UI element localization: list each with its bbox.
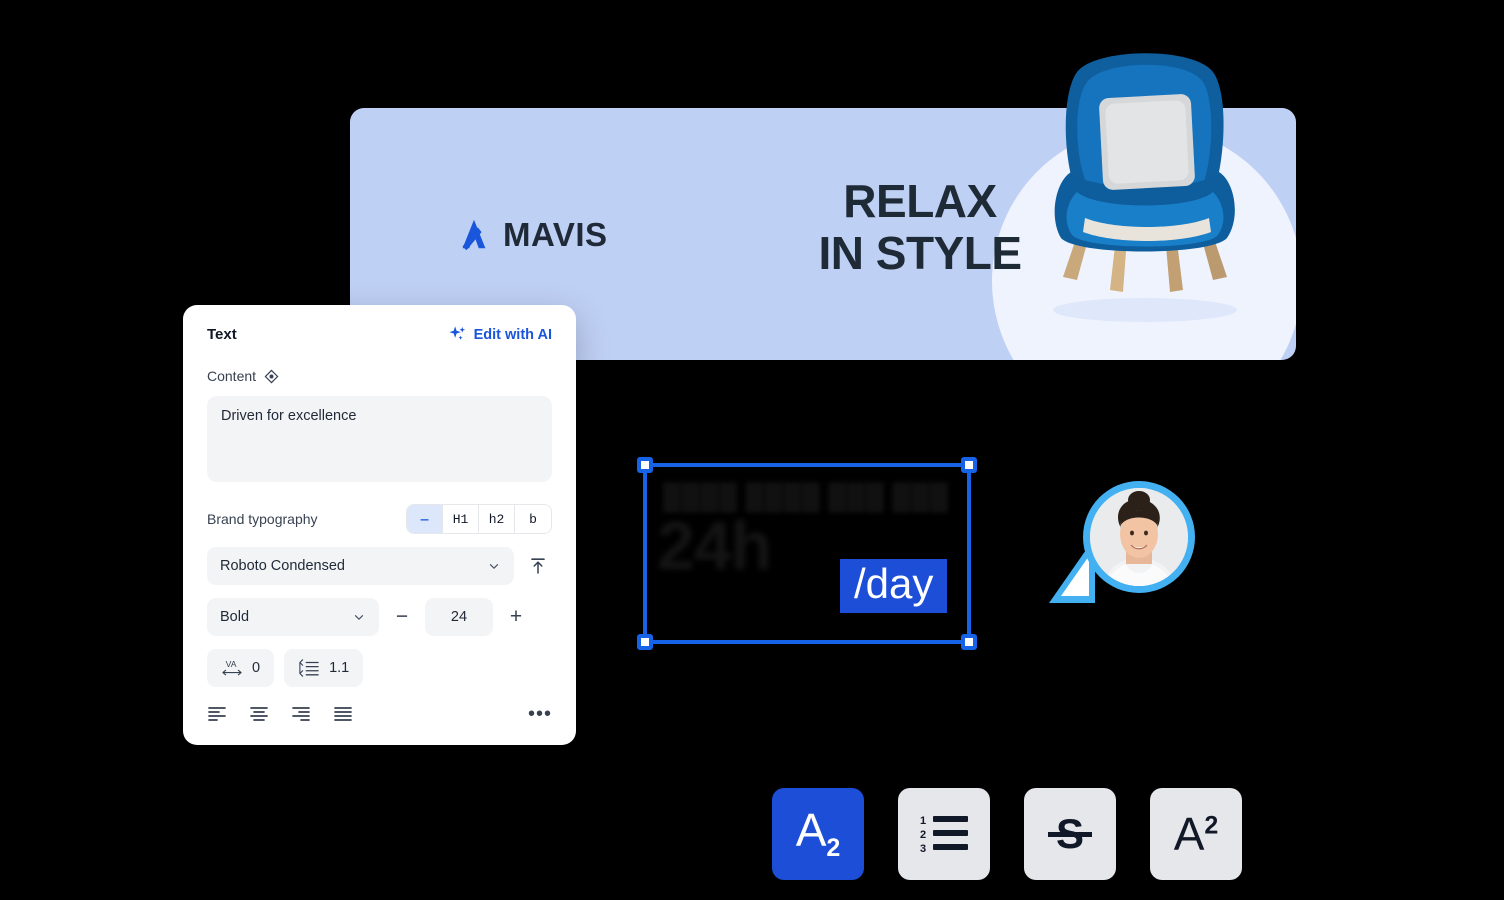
font-size-value: 24 [450, 609, 468, 625]
mavis-a-mark-icon [462, 219, 486, 251]
align-right-icon[interactable] [291, 705, 311, 723]
font-style-select[interactable]: Bold [207, 598, 379, 636]
line-height-icon [299, 659, 319, 677]
brand-typography-row: Brand typography — H1 h2 b [207, 504, 552, 534]
svg-text:3: 3 [920, 843, 926, 855]
line-height-value: 1.1 [329, 660, 350, 676]
panel-header: Text Edit with AI [207, 325, 552, 344]
superscript-glyph: A2 [1173, 808, 1219, 860]
font-size-increase-button[interactable]: + [503, 602, 529, 632]
preset-h2[interactable]: h2 [479, 505, 515, 533]
dynamic-field-diamond-icon[interactable] [264, 369, 279, 384]
line-height-control[interactable]: 1.1 [284, 649, 364, 687]
content-value: Driven for excellence [221, 408, 357, 424]
align-justify-icon[interactable] [333, 705, 353, 723]
resize-handle-bottom-left[interactable] [637, 634, 653, 650]
app-stage: MAVIS RELAX IN STYLE Text Edit with AI C… [0, 0, 1504, 900]
numbered-list-icon: 1 2 3 [920, 815, 968, 855]
resize-handle-top-right[interactable] [961, 457, 977, 473]
edit-with-ai-label: Edit with AI [473, 326, 552, 343]
panel-title: Text [207, 326, 237, 343]
text-properties-panel[interactable]: Text Edit with AI Content Driven for exc… [183, 305, 576, 745]
strikethrough-icon: S [1048, 810, 1092, 857]
font-family-value: Roboto Condensed [220, 558, 345, 574]
svg-text:1: 1 [920, 815, 926, 827]
align-center-icon[interactable] [249, 705, 269, 723]
content-textarea[interactable]: Driven for excellence [207, 396, 552, 482]
preset-bold[interactable]: b [515, 505, 551, 533]
letter-spacing-icon: VA [222, 659, 242, 676]
numbered-list-button[interactable]: 1 2 3 [898, 788, 990, 880]
text-align-row: ••• [207, 704, 552, 724]
upload-font-icon [531, 558, 545, 574]
font-size-input[interactable]: 24 [425, 598, 493, 636]
preset-h1[interactable]: H1 [443, 505, 479, 533]
sparkles-icon [449, 326, 465, 340]
brand-logo-text: MAVIS [503, 216, 608, 253]
highlighted-text-run: /day [840, 559, 948, 613]
avatar-ring [1083, 481, 1195, 593]
preset-body[interactable]: — [407, 505, 443, 533]
letter-spacing-value: 0 [252, 660, 261, 676]
brand-logo: MAVIS [455, 216, 608, 254]
superscript-button[interactable]: A2 [1150, 788, 1242, 880]
format-toolbar: A2 1 2 3 S A2 [772, 788, 1242, 880]
subscript-glyph: A2 [795, 803, 841, 863]
collaborator-avatar[interactable] [1005, 463, 1230, 668]
chevron-down-icon [354, 615, 364, 620]
svg-text:2: 2 [920, 829, 926, 841]
content-label-row: Content [207, 368, 552, 384]
upload-font-button[interactable] [524, 551, 552, 581]
font-family-row: Roboto Condensed [207, 547, 552, 585]
font-size-decrease-button[interactable]: − [389, 602, 415, 632]
font-style-value: Bold [220, 609, 250, 625]
text-selection-box[interactable]: ████ ████ ███ ███ 24h /day [637, 457, 977, 650]
resize-handle-bottom-right[interactable] [961, 634, 977, 650]
content-label: Content [207, 368, 257, 384]
font-style-size-row: Bold − 24 + [207, 598, 552, 636]
strikethrough-button[interactable]: S [1024, 788, 1116, 880]
armchair-product-image [1053, 53, 1237, 322]
subscript-button[interactable]: A2 [772, 788, 864, 880]
chevron-down-icon [489, 564, 499, 569]
edit-with-ai-button[interactable]: Edit with AI [448, 325, 552, 344]
letter-spacing-control[interactable]: VA 0 [207, 649, 275, 687]
resize-handle-top-left[interactable] [637, 457, 653, 473]
typography-preset-group[interactable]: — H1 h2 b [406, 504, 552, 534]
avatar-photo [1090, 488, 1188, 586]
font-family-select[interactable]: Roboto Condensed [207, 547, 514, 585]
spacing-row: VA 0 1.1 [207, 649, 552, 687]
svg-text:VA: VA [226, 659, 237, 669]
brand-typography-label: Brand typography [207, 511, 318, 527]
selected-text-line-big: 24h [657, 508, 772, 584]
more-options-button[interactable]: ••• [528, 704, 552, 724]
align-left-icon[interactable] [207, 705, 227, 723]
